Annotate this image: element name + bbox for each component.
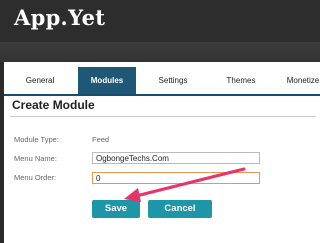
annotation-arrow-icon xyxy=(124,167,246,202)
